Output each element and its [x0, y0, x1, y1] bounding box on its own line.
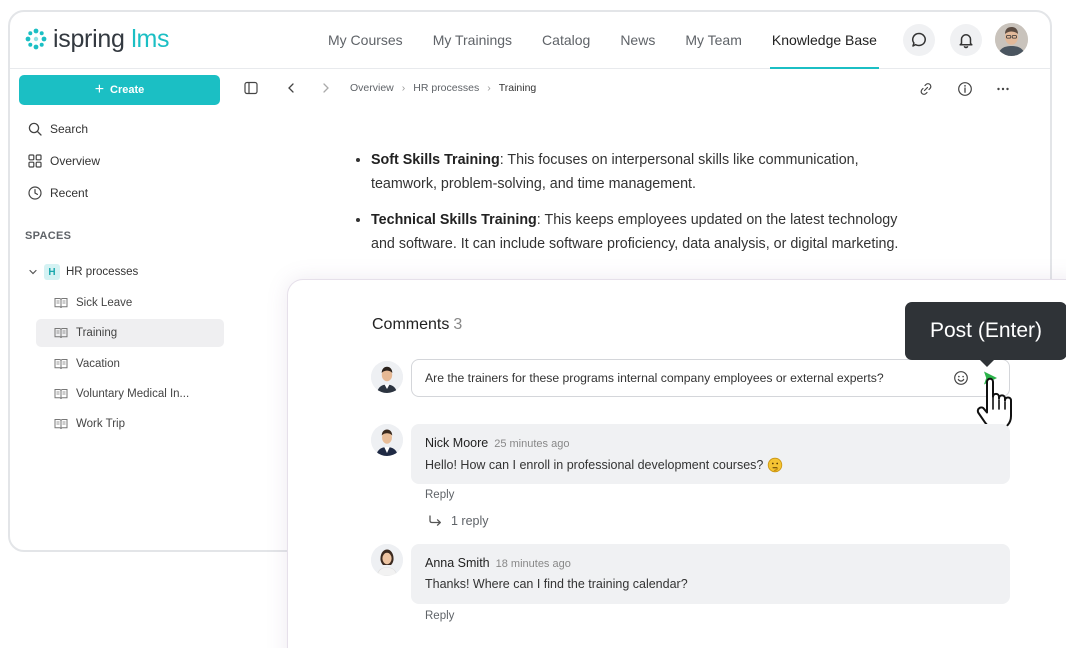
create-button[interactable]: + Create — [19, 75, 220, 105]
sidebar-item-label: Vacation — [76, 358, 120, 370]
logo-text-lms: lms — [131, 25, 170, 53]
thinking-emoji-icon — [768, 457, 783, 473]
man-avatar-icon — [371, 424, 403, 456]
nav-my-courses[interactable]: My Courses — [328, 12, 403, 68]
man-avatar-icon — [371, 361, 403, 393]
user-avatar-icon — [995, 23, 1028, 56]
search-icon — [28, 122, 42, 136]
article-bullet: Soft Skills Training: This focuses on in… — [353, 148, 913, 196]
book-icon — [54, 328, 68, 339]
reply-button[interactable]: Reply — [425, 610, 454, 622]
comment-text: Thanks! Where can I find the training ca… — [425, 577, 688, 591]
current-user-avatar — [371, 361, 403, 393]
space-badge: H — [44, 264, 60, 280]
comment-author-avatar — [371, 424, 403, 456]
book-icon — [54, 389, 68, 400]
more-options-icon[interactable] — [995, 81, 1011, 97]
book-icon — [54, 419, 68, 430]
sidebar-item-sick-leave[interactable]: Sick Leave — [36, 289, 224, 317]
nav-my-trainings[interactable]: My Trainings — [433, 12, 512, 68]
comment-time: 18 minutes ago — [495, 558, 571, 570]
nav-catalog[interactable]: Catalog — [542, 12, 590, 68]
article-bullet: Technical Skills Training: This keeps em… — [353, 208, 913, 256]
top-bar: ispring lms My Courses My Trainings Cata… — [10, 12, 1050, 69]
reply-button[interactable]: Reply — [425, 489, 454, 501]
sidebar-item-work-trip[interactable]: Work Trip — [36, 410, 224, 438]
breadcrumb-separator-icon: › — [487, 82, 491, 94]
spaces-heading: SPACES — [25, 230, 72, 242]
sidebar-item-label: Voluntary Medical In... — [76, 388, 190, 400]
comment-author-avatar — [371, 544, 403, 576]
sidebar-item-label: Training — [76, 327, 118, 339]
user-avatar[interactable] — [995, 23, 1028, 56]
woman-avatar-icon — [371, 544, 403, 576]
chevron-down-icon[interactable] — [28, 267, 38, 277]
sidebar-item-label: Recent — [50, 186, 89, 200]
create-label: Create — [110, 84, 145, 96]
comment-text: Hello! How can I enroll in professional … — [425, 458, 764, 472]
nav-knowledge-base[interactable]: Knowledge Base — [769, 12, 880, 69]
breadcrumb-current: Training — [498, 82, 537, 94]
bullet-title: Technical Skills Training — [371, 212, 537, 228]
back-icon[interactable] — [284, 81, 298, 95]
replies-count: 1 reply — [451, 514, 489, 528]
comment-author[interactable]: Anna Smith — [425, 556, 490, 570]
sidebar-item-training[interactable]: Training — [36, 319, 224, 347]
logo-text-ispring: ispring — [53, 25, 125, 53]
bullet-title: Soft Skills Training — [371, 152, 500, 168]
nav-my-team[interactable]: My Team — [685, 12, 742, 68]
main-nav: My Courses My Trainings Catalog News My … — [328, 12, 907, 69]
notifications-button[interactable] — [950, 24, 982, 56]
book-icon — [54, 298, 68, 309]
bell-icon — [959, 34, 973, 49]
forward-icon[interactable] — [319, 81, 333, 95]
sidebar-toggle-icon[interactable] — [244, 81, 258, 95]
sidebar-item-label: Overview — [50, 154, 101, 168]
comment-time: 25 minutes ago — [494, 438, 570, 450]
comments-title: Comments 3 — [372, 316, 462, 334]
book-icon — [54, 359, 68, 370]
sidebar-item-vacation[interactable]: Vacation — [36, 350, 224, 378]
comments-count: 3 — [453, 316, 463, 333]
comment-bubble: Anna Smith 18 minutes ago Thanks! Where c… — [411, 544, 1010, 604]
plus-icon: + — [94, 81, 105, 98]
space-hr-processes[interactable]: H HR processes — [28, 262, 138, 282]
comment-bubble: Nick Moore 25 minutes ago Hello! How can … — [411, 424, 1010, 484]
chat-bubble-icon — [911, 32, 926, 47]
clock-icon — [28, 186, 42, 200]
comment-input-text: Are the trainers for these programs inte… — [425, 371, 884, 385]
sidebar-item-search[interactable]: Search — [28, 118, 88, 140]
comment-author[interactable]: Nick Moore — [425, 436, 488, 450]
article-body: Soft Skills Training: This focuses on in… — [353, 148, 913, 268]
sidebar-item-label: Work Trip — [76, 418, 125, 430]
sidebar-item-label: Sick Leave — [76, 297, 133, 309]
chat-button[interactable] — [903, 24, 935, 56]
breadcrumb: Overview › HR processes › Training — [350, 82, 536, 94]
emoji-icon[interactable] — [953, 370, 969, 386]
logo[interactable]: ispring lms — [24, 26, 169, 52]
info-icon[interactable] — [957, 81, 973, 97]
sidebar-item-label: Search — [50, 122, 89, 136]
sidebar-item-voluntary-medical[interactable]: Voluntary Medical In... — [36, 380, 224, 408]
breadcrumb-hr-processes[interactable]: HR processes — [413, 82, 479, 94]
nav-news[interactable]: News — [620, 12, 655, 68]
replies-toggle[interactable]: 1 reply — [428, 514, 489, 528]
breadcrumb-overview[interactable]: Overview — [350, 82, 394, 94]
reply-arrow-icon — [429, 515, 441, 526]
comments-title-label: Comments — [372, 316, 450, 333]
link-icon[interactable] — [918, 81, 934, 97]
space-name: HR processes — [66, 266, 139, 278]
sidebar-item-overview[interactable]: Overview — [28, 150, 100, 172]
breadcrumb-separator-icon: › — [401, 82, 406, 94]
post-tooltip: Post (Enter) — [905, 302, 1066, 367]
logo-mark-icon — [25, 28, 47, 50]
sidebar-item-recent[interactable]: Recent — [28, 182, 88, 204]
grid-icon — [28, 154, 42, 168]
comment-input[interactable]: Are the trainers for these programs inte… — [411, 359, 1010, 397]
